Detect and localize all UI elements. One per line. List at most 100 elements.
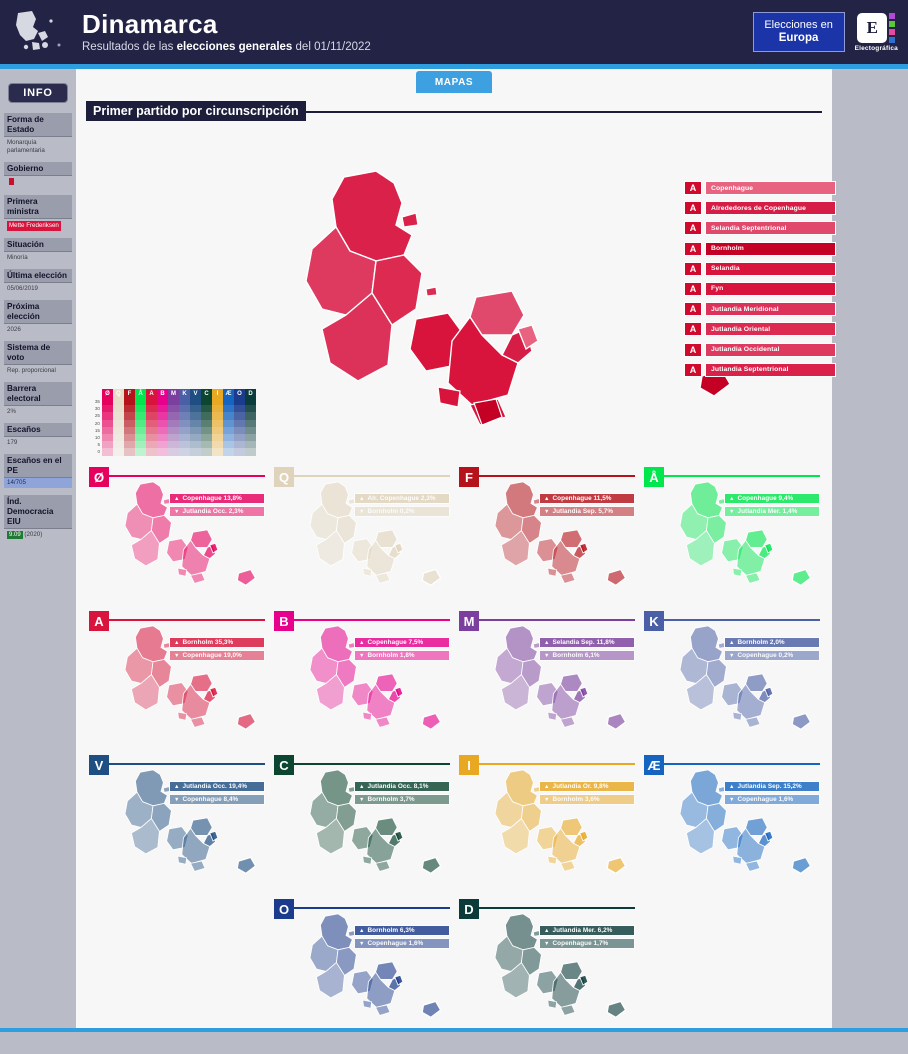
party-cell-rule [89,475,265,477]
party-max-stat: ▲ Alr. Copenhague 2,3% [354,493,450,504]
constituency-legend: A Copenhague A Alrededores de Copenhague A Se… [684,181,836,383]
scale-cell [234,426,245,434]
scale-cell [201,405,212,413]
scale-cell [212,433,223,442]
scale-row [102,426,256,434]
scale-tick: 0 [97,449,100,455]
scale-cell [245,433,256,442]
scale-cell [102,433,113,442]
subtitle-suffix: del 01/11/2022 [292,41,371,53]
scale-cell [179,412,190,420]
party-map-cell-C[interactable]: C ▲ Jutlandia Occ. 8,1% ▼ Bornholm 3,7% [271,755,456,897]
sidebar-item-1: Gobierno [4,162,72,188]
logo-row: E [857,12,896,43]
up-triangle-icon: ▲ [544,639,550,646]
up-triangle-icon: ▲ [359,639,365,646]
party-map-cell-A[interactable]: A ▲ Bornholm 35,3% ▼ Copenhague 19,0% [86,611,271,753]
down-triangle-icon: ▼ [359,508,365,515]
party-stats: ▲ Bornholm 6,3% ▼ Copenhague 1,6% [354,925,450,951]
sidebar-item-value: 2% [7,408,16,415]
scale-cell [113,426,124,434]
scale-col-header-Æ: Æ [223,389,234,398]
electografica-logo[interactable]: E Electográfica [854,12,898,52]
party-min-stat: ▼ Copenhague 8,4% [169,794,265,805]
party-map-cell-Å[interactable]: Å ▲ Copenhague 9,4% ▼ Jutlandia Mer. 1,4% [641,467,826,609]
party-stats: ▲ Bornholm 2,0% ▼ Copenhague 0,2% [724,637,820,663]
scale-cell [135,398,146,406]
scale-cell [113,441,124,449]
sidebar-item-label: Sistema de voto [4,341,72,365]
party-map-cell-D[interactable]: D ▲ Jutlandia Mer. 6,2% ▼ Copenhague 1,7% [456,899,641,1041]
legend-row-1[interactable]: A Alrededores de Copenhague [684,201,836,216]
scale-cell [102,441,113,449]
legend-row-5[interactable]: A Fyn [684,281,836,296]
scale-cell [168,405,179,413]
legend-row-7[interactable]: A Jutlandia Oriental [684,322,836,337]
party-min-stat: ▼ Jutlandia Mer. 1,4% [724,506,820,517]
scale-cell [168,419,179,427]
legend-row-6[interactable]: A Jutlandia Meridional [684,302,836,317]
party-stats: ▲ Bornholm 35,3% ▼ Copenhague 19,0% [169,637,265,663]
scale-cell [223,433,234,442]
scale-cell [212,441,223,449]
party-map-cell-V[interactable]: V ▲ Jutlandia Occ. 19,4% ▼ Copenhague 8,4% [86,755,271,897]
up-triangle-icon: ▲ [544,927,550,934]
up-triangle-icon: ▲ [729,639,735,646]
logo-caption: Electográfica [854,44,898,52]
scale-cell [190,448,201,456]
scale-cell [179,441,190,449]
legend-constituency-name: Selandia [705,261,836,276]
sidebar-item-label: Situación [4,238,72,252]
up-triangle-icon: ▲ [174,495,180,502]
party-map-cell-K[interactable]: K ▲ Bornholm 2,0% ▼ Copenhague 0,2% [641,611,826,753]
party-map-cell-Æ[interactable]: Æ ▲ Jutlandia Sep. 15,2% ▼ Copenhague 1,6% [641,755,826,897]
scale-cell [124,441,135,449]
party-map-cell-O[interactable]: O ▲ Bornholm 6,3% ▼ Copenhague 1,6% [271,899,456,1041]
party-map-cell-Ø[interactable]: Ø ▲ Copenhague 13,8% ▼ Jutlandia Occ. 2,3% [86,467,271,609]
party-max-stat: ▲ Jutlandia Occ. 19,4% [169,781,265,792]
scale-cell [168,441,179,449]
scale-cell [234,412,245,420]
legend-constituency-name: Jutlandia Occidental [705,342,836,357]
party-bornholm-inset [419,711,445,738]
scale-cell [146,448,157,456]
party-map-cell-M[interactable]: M ▲ Selandia Sep. 11,8% ▼ Bornholm 6,1% [456,611,641,753]
legend-row-8[interactable]: A Jutlandia Occidental [684,342,836,357]
party-map-cell-F[interactable]: F ▲ Copenhague 11,5% ▼ Jutlandia Sep. 5,7% [456,467,641,609]
down-triangle-icon: ▼ [544,940,550,947]
party-stats: ▲ Alr. Copenhague 2,3% ▼ Bornholm 0,2% [354,493,450,519]
party-bornholm-inset [234,567,260,594]
party-cell-rule [459,907,635,909]
scale-cell [113,398,124,406]
legend-row-9[interactable]: A Jutlandia Septentrional [684,362,836,377]
party-color-scale: 35 30 25 20 15 10 5 0 ØQFÅABMKVCIÆOD [95,389,256,456]
legend-row-0[interactable]: A Copenhague [684,181,836,195]
scale-cell [212,426,223,434]
sidebar-item-value: 179 [7,439,18,446]
scale-cell [146,412,157,420]
logo-dot-purple [889,12,896,19]
party-map-cell-I[interactable]: I ▲ Jutlandia Or. 9,8% ▼ Bornholm 3,6% [456,755,641,897]
scale-cell [135,426,146,434]
scale-cell [223,448,234,456]
legend-row-2[interactable]: A Selandia Septentrional [684,221,836,236]
sidebar-item-value: Minoría [7,254,28,261]
legend-party-letter: A [684,241,702,256]
party-map-cell-Q[interactable]: Q ▲ Alr. Copenhague 2,3% ▼ Bornholm 0,2% [271,467,456,609]
party-min-stat: ▼ Jutlandia Occ. 2,3% [169,506,265,517]
party-stats: ▲ Selandia Sep. 11,8% ▼ Bornholm 6,1% [539,637,635,663]
main-denmark-choropleth[interactable] [226,169,566,514]
tab-mapas[interactable]: MAPAS [416,71,492,93]
legend-row-4[interactable]: A Selandia [684,261,836,276]
legend-row-3[interactable]: A Bornholm [684,241,836,256]
legend-party-letter: A [684,181,702,195]
scale-cell [212,448,223,456]
party-max-stat: ▲ Copenhague 13,8% [169,493,265,504]
legend-party-letter: A [684,302,702,317]
scale-cell [234,433,245,442]
party-map-cell-B[interactable]: B ▲ Copenhague 7,5% ▼ Bornholm 1,8% [271,611,456,753]
info-panel-header: INFO [8,83,68,103]
elecciones-en-europa-button[interactable]: Elecciones en Europa [752,12,845,52]
scale-cell [234,441,245,449]
scale-cell [212,398,223,406]
